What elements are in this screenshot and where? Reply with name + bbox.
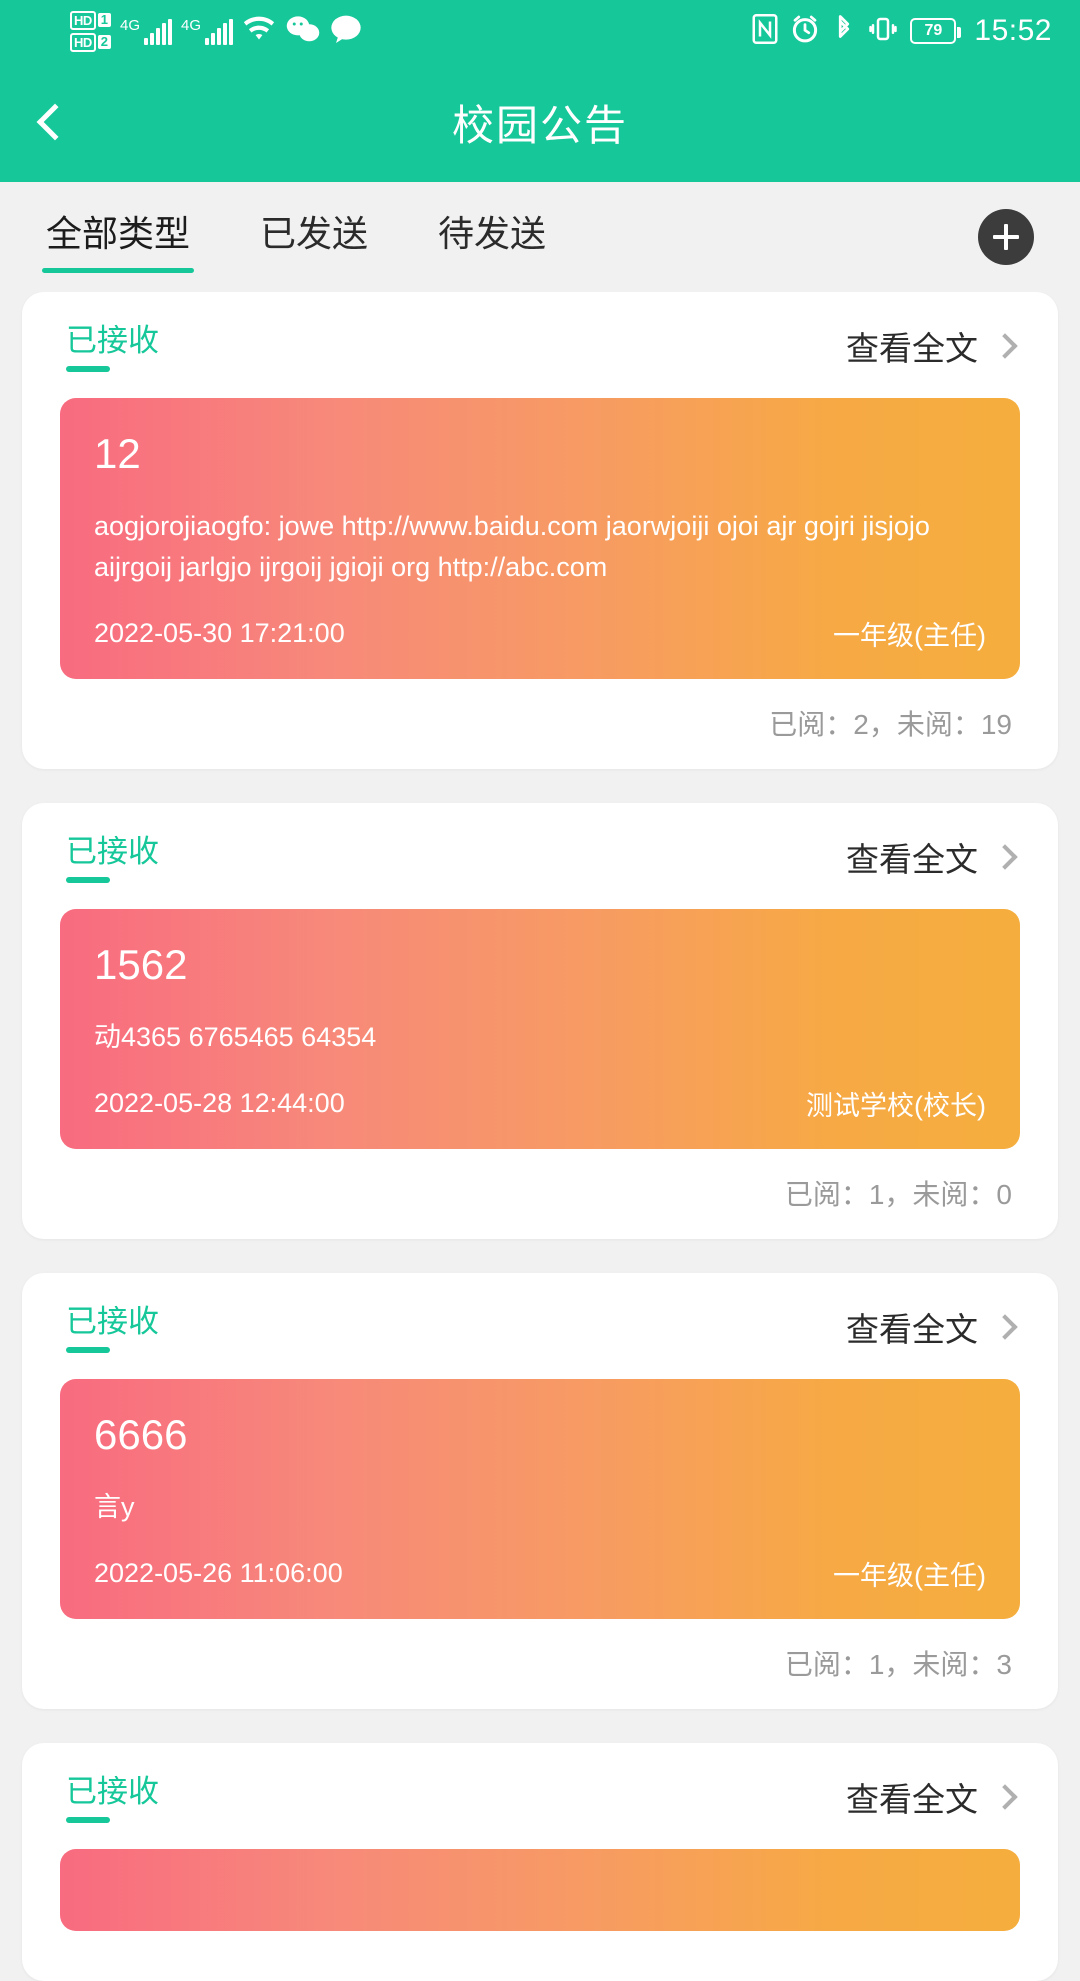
status-badge-label: 已接收 [66, 1774, 159, 1809]
status-badge-label: 已接收 [66, 834, 159, 869]
status-badge-label: 已接收 [66, 323, 159, 358]
read-status-text: 已阅：1，未阅：0 [784, 1179, 1012, 1210]
read-status-text: 已阅：1，未阅：3 [784, 1649, 1012, 1680]
signal-indicator-2: 4G [181, 16, 234, 45]
card-header: 已接收 查看全文 [60, 833, 1020, 883]
add-announcement-button[interactable] [978, 209, 1034, 265]
announcement-banner[interactable] [60, 1849, 1020, 1931]
announcement-banner[interactable]: 1562 动4365 6765465 64354 2022-05-28 12:4… [60, 909, 1020, 1149]
hd-sim2-indicator: HD 2 [70, 32, 112, 52]
vibrate-icon [868, 14, 898, 49]
view-full-text-label: 查看全文 [846, 1781, 978, 1818]
announcement-body: 言y [94, 1492, 135, 1522]
wechat-icon [285, 14, 321, 49]
battery-level: 79 [924, 22, 943, 39]
card-header: 已接收 查看全文 [60, 322, 1020, 372]
announcement-card[interactable]: 已接收 查看全文 6666 言y 2022-05-26 11:06:00 一年级… [22, 1273, 1058, 1709]
card-header: 已接收 查看全文 [60, 1773, 1020, 1823]
announcement-meta: 2022-05-30 17:21:00 一年级(主任) [94, 614, 986, 653]
announcement-title: 6666 [94, 1411, 188, 1458]
hd-sim1-indicator: HD 1 [70, 10, 112, 30]
card-header: 已接收 查看全文 [60, 1303, 1020, 1353]
announcement-card[interactable]: 已接收 查看全文 1562 动4365 6765465 64354 2022-0… [22, 803, 1058, 1239]
view-full-text-label: 查看全文 [846, 330, 978, 367]
chevron-right-icon [992, 1314, 1018, 1340]
back-button[interactable] [0, 62, 110, 182]
status-badge-label: 已接收 [66, 1304, 159, 1339]
announcement-body: 动4365 6765465 64354 [94, 1022, 377, 1052]
status-badge-underline [66, 366, 110, 372]
status-badge-underline [66, 877, 110, 883]
status-badge: 已接收 [66, 322, 159, 372]
announcement-card[interactable]: 已接收 查看全文 [22, 1743, 1058, 1981]
signal-indicator-1: 4G [120, 16, 173, 45]
wifi-icon [242, 15, 276, 48]
status-bar-left: HD 1 HD 2 4G 4G [70, 10, 362, 52]
signal-bars-icon-2 [205, 18, 234, 45]
announcement-banner[interactable]: 12 aogjorojiaogfo: jowe http://www.baidu… [60, 398, 1020, 679]
status-bar: HD 1 HD 2 4G 4G 79 15:52 [0, 0, 1080, 62]
announcement-sender: 测试学校(校长) [806, 1091, 986, 1121]
hd-label-1: HD [70, 10, 96, 30]
announcement-body: aogjorojiaogfo: jowe http://www.baidu.co… [94, 511, 930, 582]
hd-label-2: HD [70, 32, 96, 52]
back-chevron-icon [36, 103, 74, 141]
view-full-text-button[interactable]: 查看全文 [846, 1773, 1018, 1821]
chevron-right-icon [992, 844, 1018, 870]
signal-bars-icon-1 [144, 18, 173, 45]
status-bar-right: 79 15:52 [752, 13, 1052, 49]
status-badge: 已接收 [66, 833, 159, 883]
battery-icon: 79 [910, 18, 962, 44]
tab-sent[interactable]: 已发送 [260, 205, 368, 269]
network-type-label-1: 4G [120, 16, 141, 34]
announcement-sender: 一年级(主任) [833, 621, 986, 651]
view-full-text-button[interactable]: 查看全文 [846, 833, 1018, 881]
nfc-icon [752, 13, 778, 49]
view-full-text-label: 查看全文 [846, 1311, 978, 1348]
view-full-text-button[interactable]: 查看全文 [846, 322, 1018, 370]
announcement-card[interactable]: 已接收 查看全文 12 aogjorojiaogfo: jowe http://… [22, 292, 1058, 769]
read-status-text: 已阅：2，未阅：19 [769, 709, 1012, 740]
network-type-label-2: 4G [181, 16, 202, 34]
tab-all-types[interactable]: 全部类型 [41, 205, 195, 273]
sim-number-1: 1 [97, 13, 112, 27]
announcement-meta: 2022-05-28 12:44:00 测试学校(校长) [94, 1084, 986, 1123]
view-full-text-label: 查看全文 [846, 841, 978, 878]
status-badge: 已接收 [66, 1303, 159, 1353]
status-badge-underline [66, 1347, 110, 1353]
announcement-date: 2022-05-26 11:06:00 [94, 1558, 343, 1588]
announcement-banner[interactable]: 6666 言y 2022-05-26 11:06:00 一年级(主任) [60, 1379, 1020, 1619]
view-full-text-button[interactable]: 查看全文 [846, 1303, 1018, 1351]
announcement-meta: 2022-05-26 11:06:00 一年级(主任) [94, 1554, 986, 1593]
chevron-right-icon [992, 1784, 1018, 1810]
status-badge: 已接收 [66, 1773, 159, 1823]
app-bar: 校园公告 [0, 62, 1080, 182]
announcement-date: 2022-05-28 12:44:00 [94, 1088, 345, 1118]
tab-pending[interactable]: 待发送 [438, 205, 546, 269]
dual-sim-hd-indicator: HD 1 HD 2 [70, 10, 112, 52]
announcement-date: 2022-05-30 17:21:00 [94, 618, 345, 648]
announcement-list: 已接收 查看全文 12 aogjorojiaogfo: jowe http://… [0, 292, 1080, 1981]
sim-number-2: 2 [97, 35, 112, 49]
message-bubble-icon [330, 14, 362, 49]
announcement-title: 12 [94, 430, 141, 477]
chevron-right-icon [992, 333, 1018, 359]
bluetooth-icon [832, 14, 856, 49]
announcement-sender: 一年级(主任) [833, 1561, 986, 1591]
clock: 15:52 [974, 14, 1052, 47]
status-badge-underline [66, 1817, 110, 1823]
page-title: 校园公告 [451, 101, 628, 149]
tab-bar: 全部类型 已发送 待发送 [0, 182, 1080, 292]
announcement-title: 1562 [94, 941, 188, 988]
alarm-icon [790, 14, 820, 49]
